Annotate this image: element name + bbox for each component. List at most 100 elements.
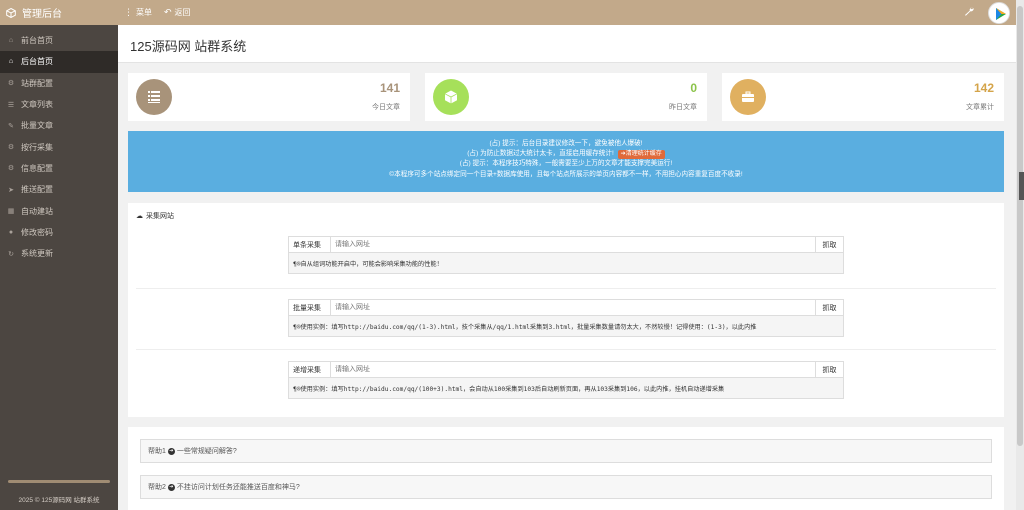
- sidebar-footer: 2025 © 125源码网 站群系统: [0, 478, 118, 510]
- refresh-icon: ↻: [8, 250, 14, 258]
- page-title: 125源码网 站群系统: [130, 39, 247, 54]
- sidebar-item-batch-articles[interactable]: ✎ 批量文章: [0, 115, 118, 136]
- sidebar-item-front-home[interactable]: ⌂ 前台首页: [0, 30, 118, 51]
- batch-collect-note: ¶®使用实例：填写http://baidu.com/qq/(1-3).html，…: [288, 316, 844, 337]
- sidebar-item-info-config[interactable]: ⚙ 信息配置: [0, 158, 118, 179]
- scrollbar-thumb[interactable]: [1017, 6, 1023, 446]
- clear-cache-button[interactable]: ➔清理统计缓存: [617, 150, 665, 160]
- notice-line: (占) 提示：后台目录建议修改一下，避免被他人爆破!: [489, 140, 643, 147]
- batch-collect-url-input[interactable]: [331, 300, 815, 315]
- back-button[interactable]: ↶ 返回: [164, 7, 191, 18]
- top-bar: 管理后台 ⋮ 菜单 ↶ 返回: [0, 0, 1016, 25]
- avatar[interactable]: [988, 1, 1010, 24]
- panel-title: 采集网站: [146, 213, 174, 220]
- stat-label: 今日文章: [372, 104, 400, 111]
- sidebar-item-push-config[interactable]: ➤ 推送配置: [0, 179, 118, 200]
- single-collect-url-input[interactable]: [331, 237, 815, 252]
- faq-text: 不挂访问计划任务还能推送百度和神马?: [176, 484, 300, 491]
- gear-icon: ⚙: [7, 144, 15, 152]
- brand[interactable]: 管理后台: [0, 5, 118, 20]
- sidebar-item-label: 后台首页: [21, 57, 53, 67]
- notice-line: (占) 为防止数据过大统计太卡，直接启用缓存统计!: [467, 150, 614, 158]
- cube-icon: [433, 79, 469, 115]
- gear-icon: ⚙: [7, 80, 15, 88]
- collect-panel: ☁ 采集网站 单条采集 抓取 ¶®自从组词功能开启中，可能会影响采集功能的性能！…: [128, 203, 1004, 417]
- sidebar-item-line-collect[interactable]: ⚙ 按行采集: [0, 136, 118, 157]
- gear-icon: ⚙: [7, 165, 15, 173]
- sidebar: ⌂ 前台首页 ⌂ 后台首页 ⚙ 站群配置 ☰ 文章列表 ✎ 批量文章 ⚙ 按行采…: [0, 25, 118, 510]
- back-arrow-icon: ↶: [164, 7, 172, 17]
- increment-collect-fetch-button[interactable]: 抓取: [815, 362, 843, 377]
- side-tab[interactable]: [1019, 172, 1024, 200]
- sidebar-item-site-config[interactable]: ⚙ 站群配置: [0, 73, 118, 94]
- sidebar-item-label: 信息配置: [21, 163, 53, 173]
- single-collect-fetch-button[interactable]: 抓取: [815, 237, 843, 252]
- sidebar-item-label: 按行采集: [21, 142, 53, 152]
- increment-collect-group: 递增采集 抓取 ¶®使用实例：填写http://baidu.com/qq/(10…: [288, 361, 844, 399]
- sidebar-item-label: 自动建站: [21, 206, 53, 216]
- cloud-icon: ☁: [136, 213, 143, 220]
- arrow-right-icon: ➔: [167, 483, 175, 491]
- notice-line: ©本程序可多个站点绑定同一个目录+数据库使用，且每个站点所展示的单页内容都不一样…: [389, 170, 743, 178]
- faq-item[interactable]: 帮助1 ➔ 一些常规疑问解答?: [140, 439, 992, 463]
- panel-heading: ☁ 采集网站: [136, 211, 174, 221]
- sidebar-item-label: 修改密码: [21, 227, 53, 237]
- menu-button[interactable]: ⋮ 菜单: [124, 7, 152, 18]
- sidebar-item-label: 批量文章: [21, 121, 53, 131]
- home-icon: ⌂: [8, 37, 14, 45]
- menu-dots-icon: ⋮: [124, 7, 133, 17]
- increment-collect-note: ¶®使用实例：填写http://baidu.com/qq/(100+3).htm…: [288, 378, 844, 399]
- faq-prefix: 帮助2: [148, 484, 166, 491]
- stat-value: 141: [379, 81, 400, 95]
- sidebar-item-label: 系统更新: [21, 249, 53, 259]
- faq-text: 一些常规疑问解答?: [176, 448, 237, 455]
- pencil-icon: ✎: [8, 122, 14, 130]
- stat-card-yesterday: 0 昨日文章: [425, 73, 707, 121]
- briefcase-icon: [730, 79, 766, 115]
- sidebar-item-auto-build[interactable]: ▦ 自动建站: [0, 200, 118, 221]
- wrench-icon[interactable]: [964, 6, 974, 19]
- help-panel: 帮助1 ➔ 一些常规疑问解答? 帮助2 ➔ 不挂访问计划任务还能推送百度和神马?: [128, 427, 1004, 510]
- footer-divider: [8, 480, 110, 483]
- sidebar-item-system-update[interactable]: ↻ 系统更新: [0, 243, 118, 264]
- stat-value: 142: [973, 81, 994, 95]
- stat-card-today: 141 今日文章: [128, 73, 410, 121]
- page-header: 125源码网 站群系统: [118, 25, 1016, 63]
- scrollbar[interactable]: [1016, 0, 1024, 510]
- batch-collect-fetch-button[interactable]: 抓取: [815, 300, 843, 315]
- single-collect-label: 单条采集: [289, 237, 331, 252]
- notice-line: (占) 提示：本程序技巧特殊，一般需要至少上万的文章才能支撑完美运行!: [459, 160, 673, 168]
- sidebar-item-label: 文章列表: [21, 100, 53, 110]
- copyright: 2025 © 125源码网 站群系统: [18, 497, 100, 504]
- sidebar-item-change-password[interactable]: ● 修改密码: [0, 222, 118, 243]
- brand-title: 管理后台: [22, 9, 62, 20]
- arrow-right-icon: ➔: [167, 447, 175, 455]
- clear-cache-label: 清理统计缓存: [625, 151, 662, 158]
- back-label: 返回: [174, 8, 191, 17]
- sidebar-item-admin-home[interactable]: ⌂ 后台首页: [0, 51, 118, 73]
- sidebar-item-label: 推送配置: [21, 185, 53, 195]
- user-icon: ●: [8, 228, 14, 236]
- list-icon: [136, 79, 172, 115]
- building-icon: ▦: [7, 208, 15, 216]
- faq-prefix: 帮助1: [148, 448, 166, 455]
- single-collect-note: ¶®自从组词功能开启中，可能会影响采集功能的性能！: [288, 253, 844, 274]
- sidebar-item-label: 站群配置: [21, 78, 53, 88]
- faq-item[interactable]: 帮助2 ➔ 不挂访问计划任务还能推送百度和神马?: [140, 475, 992, 499]
- increment-collect-label: 递增采集: [289, 362, 331, 377]
- list-icon: ☰: [7, 101, 15, 109]
- divider: [136, 288, 996, 289]
- stat-value: 0: [690, 81, 697, 95]
- increment-collect-url-input[interactable]: [331, 362, 815, 377]
- home-icon: ⌂: [8, 58, 14, 66]
- main-content: 125源码网 站群系统 141 今日文章 0 昨日文章 142 文章累计 (占)…: [118, 25, 1016, 510]
- single-collect-group: 单条采集 抓取 ¶®自从组词功能开启中，可能会影响采集功能的性能！: [288, 236, 844, 274]
- batch-collect-label: 批量采集: [289, 300, 331, 315]
- menu-label: 菜单: [136, 8, 152, 17]
- cube-icon: [6, 7, 16, 18]
- play-logo-icon: [990, 3, 1009, 23]
- notice-alert: (占) 提示：后台目录建议修改一下，避免被他人爆破! (占) 为防止数据过大统计…: [128, 131, 1004, 192]
- sidebar-item-article-list[interactable]: ☰ 文章列表: [0, 94, 118, 115]
- notice-line-with-button: (占) 为防止数据过大统计太卡，直接启用缓存统计! ➔清理统计缓存: [128, 149, 1004, 160]
- stat-card-total: 142 文章累计: [722, 73, 1004, 121]
